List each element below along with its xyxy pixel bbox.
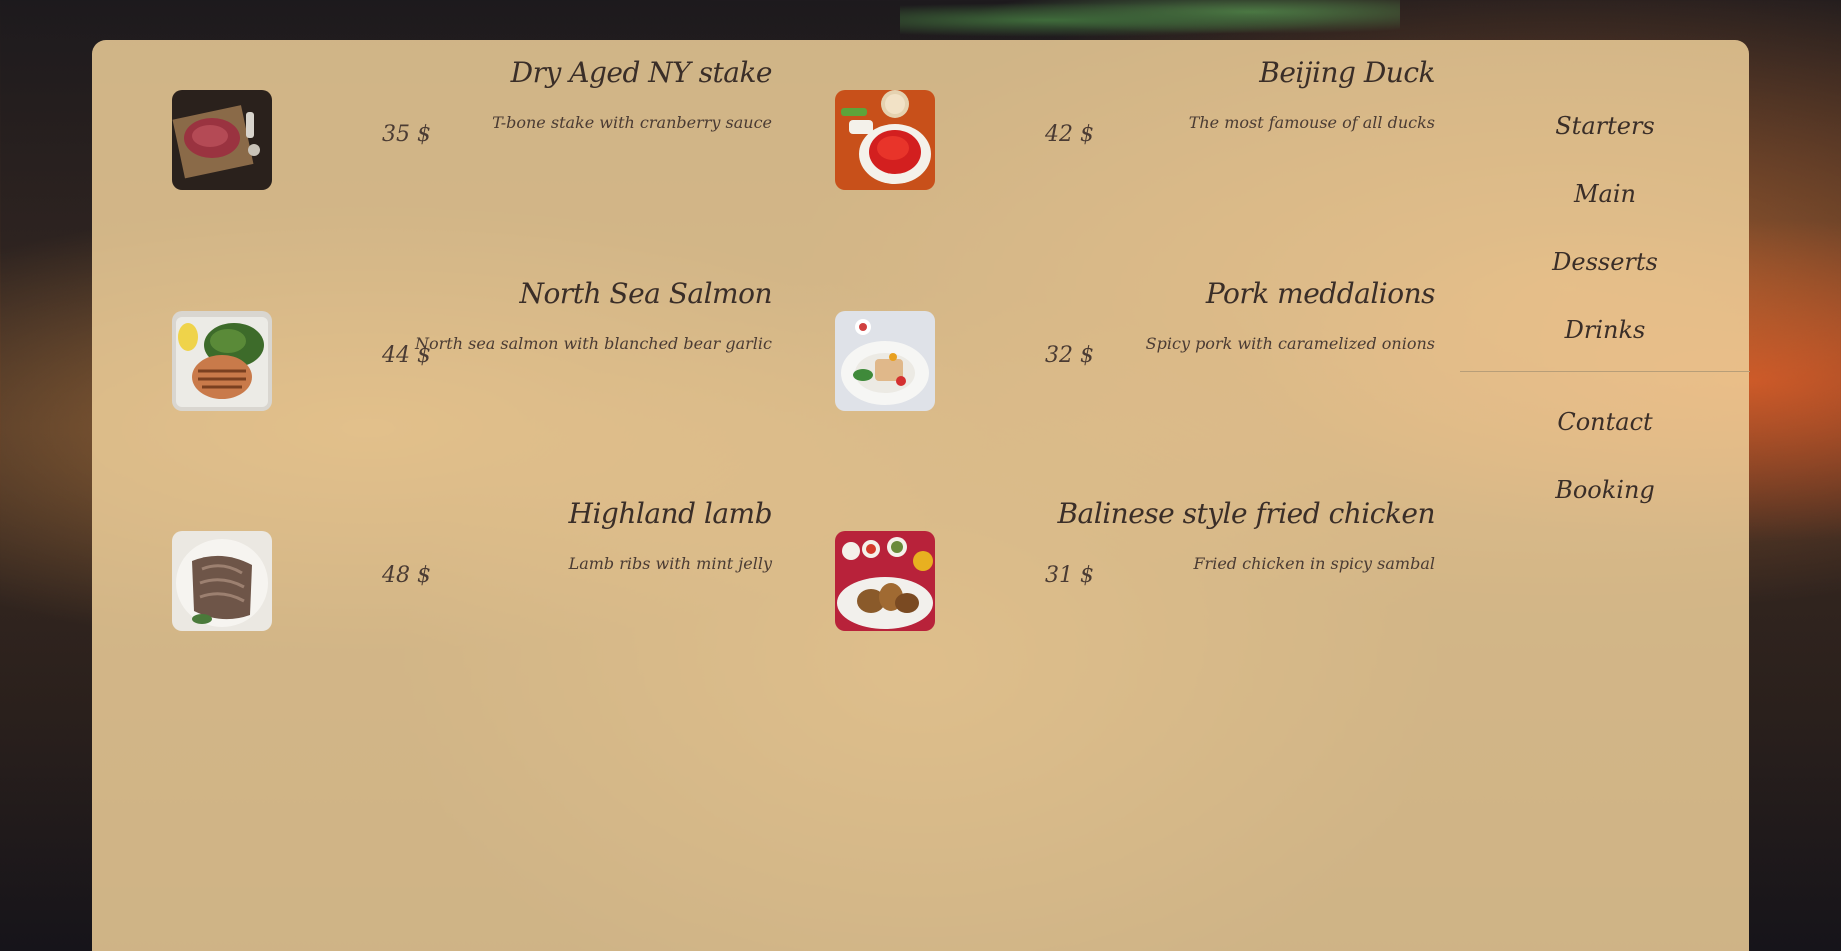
background-foliage <box>900 0 1400 40</box>
dish-name: Dry Aged NY stake <box>510 56 773 89</box>
dish-description: Lamb ribs with mint jelly <box>568 554 772 573</box>
dish-name: Highland lamb <box>568 497 773 530</box>
nav-contact[interactable]: Contact <box>1460 388 1750 456</box>
dish-price: 32 $ <box>1045 343 1094 368</box>
dish-card[interactable]: 48 $ Highland lamb Lamb ribs with mint j… <box>172 493 773 673</box>
dish-card[interactable]: 31 $ Balinese style fried chicken Fried … <box>835 493 1435 673</box>
nav-main[interactable]: Main <box>1460 160 1750 228</box>
dish-name: North Sea Salmon <box>519 277 772 310</box>
dish-price: 35 $ <box>382 122 431 147</box>
nav-drinks[interactable]: Drinks <box>1460 296 1750 364</box>
nav-divider <box>1460 371 1750 372</box>
dish-description: Spicy pork with caramelized onions <box>1145 334 1435 353</box>
pork-photo <box>835 311 935 411</box>
dish-card[interactable]: 32 $ Pork meddalions Spicy pork with car… <box>835 273 1436 453</box>
dish-description: North sea salmon with blanched bear garl… <box>415 334 772 353</box>
dish-card[interactable]: 44 $ North Sea Salmon North sea salmon w… <box>172 273 772 453</box>
dish-price: 48 $ <box>382 563 431 588</box>
lamb-photo <box>172 531 272 631</box>
salmon-photo <box>172 311 272 411</box>
dish-description: T-bone stake with cranberry sauce <box>492 113 772 132</box>
chicken-photo <box>835 531 935 631</box>
dish-name: Balinese style fried chicken <box>1057 497 1435 530</box>
nav-booking[interactable]: Booking <box>1460 456 1750 524</box>
nav-starters[interactable]: Starters <box>1460 92 1750 160</box>
duck-photo <box>835 90 935 190</box>
nav-desserts[interactable]: Desserts <box>1460 228 1750 296</box>
dish-price: 42 $ <box>1045 122 1094 147</box>
dish-description: Fried chicken in spicy sambal <box>1193 554 1435 573</box>
dish-name: Pork meddalions <box>1205 277 1436 310</box>
dish-description: The most famouse of all ducks <box>1188 113 1435 132</box>
menu-nav: Starters Main Desserts Drinks Contact Bo… <box>1460 92 1750 524</box>
dish-card[interactable]: 35 $ Dry Aged NY stake T-bone stake with… <box>172 52 773 232</box>
dish-price: 31 $ <box>1045 563 1094 588</box>
dish-card[interactable]: 42 $ Beijing Duck The most famouse of al… <box>835 52 1435 232</box>
dish-name: Beijing Duck <box>1259 56 1435 89</box>
steak-photo <box>172 90 272 190</box>
